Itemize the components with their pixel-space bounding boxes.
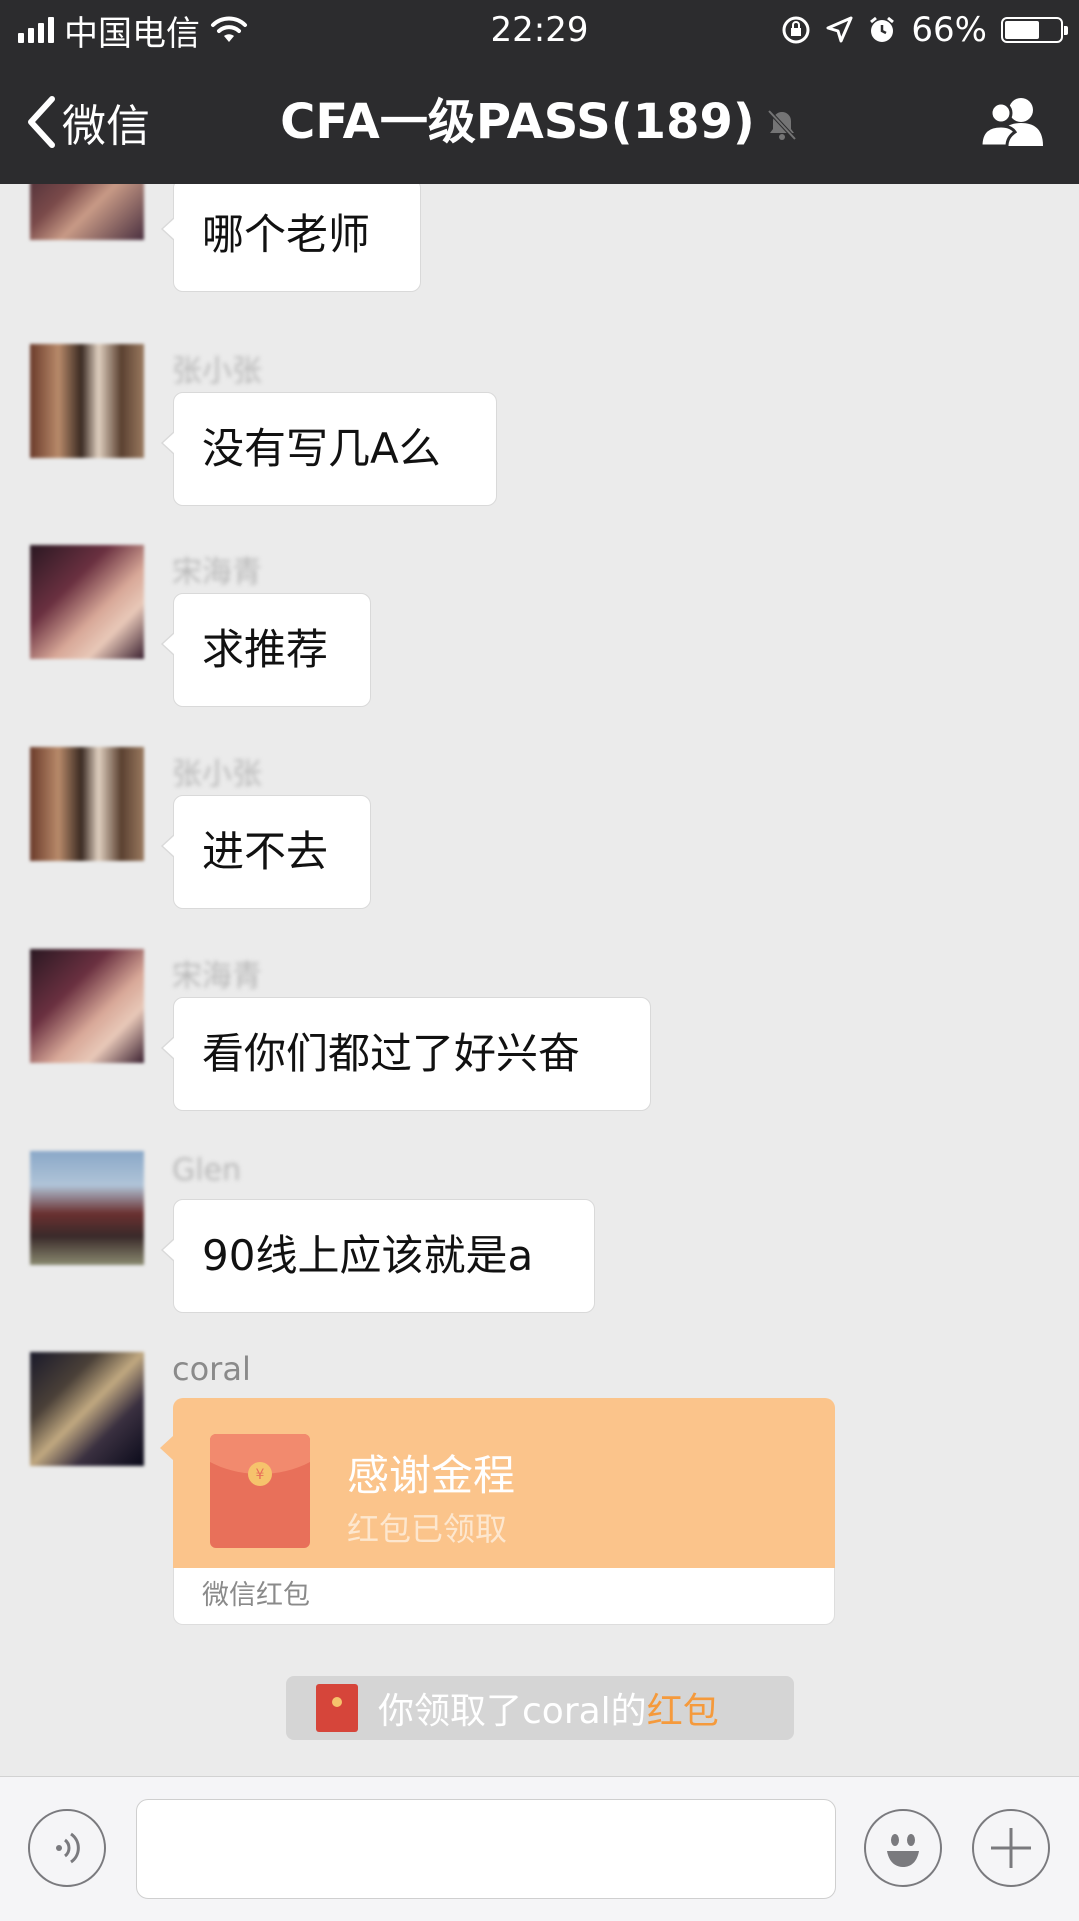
- group-members-icon[interactable]: [979, 96, 1047, 148]
- message-bubble[interactable]: 看你们都过了好兴奋: [161, 997, 651, 1111]
- system-notice: 你领取了coral的红包: [286, 1676, 794, 1740]
- emoji-button[interactable]: [864, 1809, 942, 1887]
- red-packet-status: 红包已领取: [347, 1510, 508, 1548]
- sender-name: 张小张: [172, 354, 262, 389]
- red-envelope-icon: ¥: [210, 1434, 310, 1548]
- mute-icon: [767, 109, 797, 141]
- more-button[interactable]: [972, 1809, 1050, 1887]
- voice-button[interactable]: [28, 1809, 106, 1887]
- avatar[interactable]: [30, 545, 144, 659]
- avatar[interactable]: [30, 184, 144, 240]
- sender-name: 宋海青: [172, 959, 262, 994]
- battery-fill: [1005, 21, 1040, 39]
- avatar[interactable]: [30, 949, 144, 1063]
- sender-name: 张小张: [172, 757, 262, 792]
- notice-prefix: 你领取了coral的: [378, 1691, 647, 1732]
- chat-title-text: CFA一级PASS(189): [280, 94, 755, 150]
- chat-title: CFA一级PASS(189): [0, 60, 1079, 184]
- avatar[interactable]: [30, 1352, 144, 1466]
- sender-name: 宋海青: [172, 555, 262, 590]
- message-bubble[interactable]: 90线上应该就是a: [161, 1199, 595, 1313]
- nav-bar: 微信 CFA一级PASS(189): [0, 60, 1079, 184]
- voice-icon: [56, 1832, 80, 1864]
- message-bubble[interactable]: 没有写几A么: [161, 392, 497, 506]
- plus-icon: [991, 1828, 1031, 1868]
- input-bar: [0, 1776, 1079, 1921]
- rotation-lock-icon: [782, 16, 810, 44]
- status-bar: 中国电信 22:29 66%: [0, 0, 1079, 60]
- location-icon: [826, 16, 853, 43]
- alarm-icon: [870, 16, 895, 42]
- message-bubble[interactable]: 求推荐: [161, 593, 371, 707]
- red-packet-body: ¥ 感谢金程 红包已领取: [160, 1398, 835, 1568]
- message-input[interactable]: [136, 1799, 836, 1899]
- message-bubble[interactable]: 进不去: [161, 795, 371, 909]
- avatar[interactable]: [30, 344, 144, 458]
- avatar[interactable]: [30, 1151, 144, 1265]
- battery-icon: [1001, 17, 1068, 43]
- sender-name: Glen: [172, 1153, 242, 1188]
- red-packet-footer: 微信红包: [173, 1568, 835, 1625]
- avatar[interactable]: [30, 747, 144, 861]
- status-right: 66%: [781, 0, 1068, 60]
- svg-text:¥: ¥: [256, 1467, 265, 1483]
- notice-red-packet-link[interactable]: 红包: [647, 1691, 719, 1732]
- red-packet-title: 感谢金程: [347, 1451, 516, 1500]
- smiley-icon: [887, 1834, 919, 1867]
- message-bubble[interactable]: 哪个老师: [161, 184, 421, 292]
- red-packet-card[interactable]: ¥ 感谢金程 红包已领取 微信红包: [160, 1398, 835, 1625]
- message-list[interactable]: 哪个老师 张小张 没有写几A么 宋海青 求推荐 张小张 进不去 宋海青 看你们都…: [0, 184, 1079, 1776]
- notice-text: 你领取了coral的红包: [378, 1682, 719, 1734]
- sender-name: coral: [172, 1350, 251, 1388]
- battery-percent: 66%: [911, 10, 987, 50]
- red-packet-icon: [316, 1684, 358, 1732]
